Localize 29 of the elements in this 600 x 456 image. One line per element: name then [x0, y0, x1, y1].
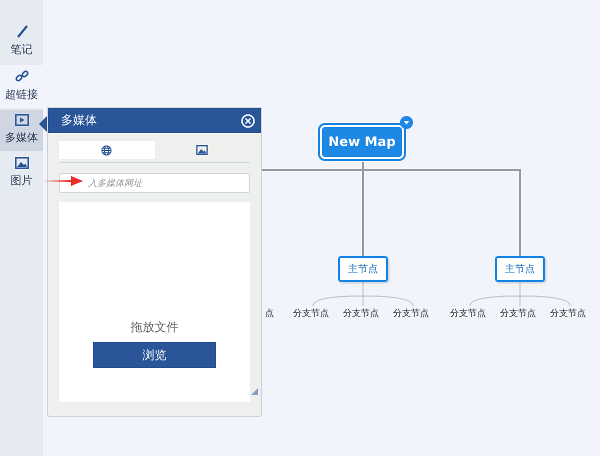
browse-button[interactable]: 浏览: [93, 342, 216, 368]
close-icon[interactable]: [241, 114, 255, 128]
sidebar-item[interactable]: 多媒体: [0, 110, 43, 151]
dropdown-icon[interactable]: [400, 116, 413, 129]
resize-grip-icon[interactable]: [251, 388, 258, 395]
main-node[interactable]: 主节点: [338, 256, 388, 282]
drop-area[interactable]: 拖放文件 浏览: [59, 202, 250, 402]
branch-node[interactable]: 分支节点: [450, 307, 486, 320]
globe-icon: [101, 144, 112, 156]
image-icon: [14, 157, 28, 169]
panel-tab[interactable]: [59, 141, 154, 159]
branch-node[interactable]: 分支节点: [550, 307, 586, 320]
panel-title: 多媒体: [61, 112, 97, 129]
sidebar-item[interactable]: 笔记: [0, 20, 43, 63]
branch-node[interactable]: 分支节点: [393, 307, 429, 320]
branch-node[interactable]: 分支节点: [500, 307, 536, 320]
main-node[interactable]: 主节点: [495, 256, 545, 282]
branch-node-text[interactable]: 点: [265, 307, 274, 320]
url-field[interactable]: 入多媒体网址: [59, 173, 250, 193]
link-icon: [14, 69, 28, 83]
pen-icon: [14, 24, 28, 38]
video-icon: [14, 114, 28, 126]
sidebar-item[interactable]: 超链接: [0, 65, 43, 108]
root-node[interactable]: New Map: [320, 125, 404, 159]
branch-node[interactable]: 分支节点: [343, 307, 379, 320]
branch-node[interactable]: 分支节点: [293, 307, 329, 320]
drop-hint: 拖放文件: [130, 319, 178, 336]
sidebar-item[interactable]: 图片: [0, 153, 43, 194]
image-icon: [196, 145, 208, 155]
